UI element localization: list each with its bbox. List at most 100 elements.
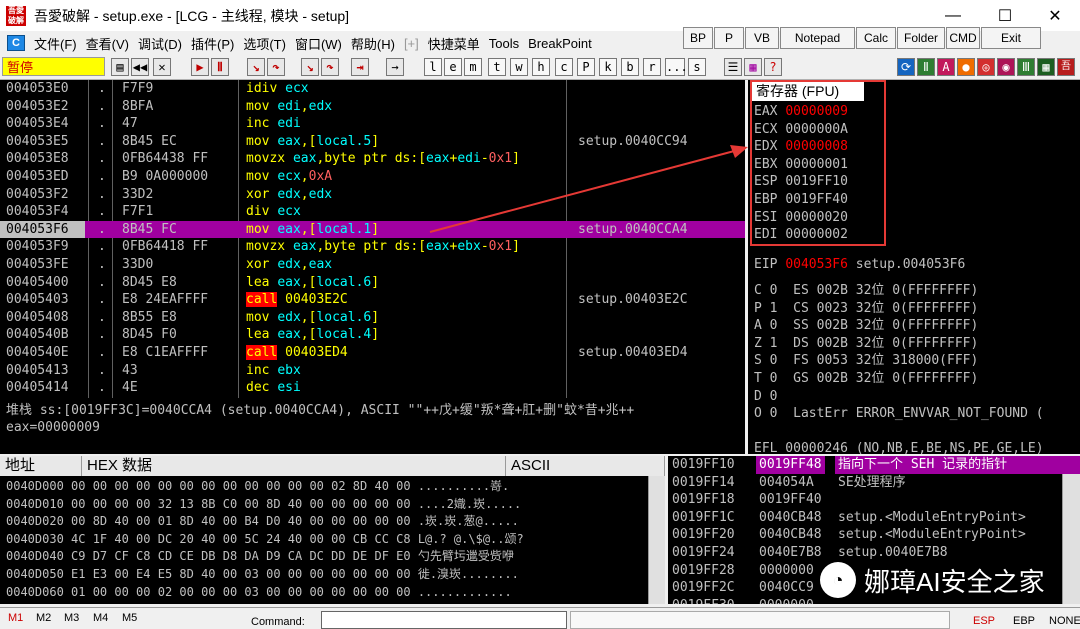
command-history-select[interactable]: [570, 611, 950, 629]
dump-row[interactable]: 0040D060 01 00 00 00 02 00 00 00 03 00 0…: [6, 584, 512, 602]
stack-scrollbar[interactable]: [1062, 474, 1080, 604]
plugin-vb-button[interactable]: VB: [745, 27, 779, 49]
m1-button[interactable]: M1: [8, 612, 23, 624]
disk-icon[interactable]: ◉: [997, 58, 1015, 76]
help-icon[interactable]: ?: [764, 58, 782, 76]
wuai-icon[interactable]: 吾: [1057, 58, 1075, 76]
toolbar-btn-r[interactable]: r: [643, 58, 661, 76]
dump-col-address[interactable]: 地址: [0, 456, 82, 476]
toolbar-btn-more[interactable]: ...: [665, 58, 685, 76]
disasm-row[interactable]: 00405408. 8B55 E8 mov edx,[local.6]: [0, 309, 745, 327]
flag-row[interactable]: T 0 GS 002B 32位 0(FFFFFFFF): [754, 370, 978, 388]
disasm-row[interactable]: 0040540E. E8 C1EAFFFF call 00403ED4 setup.0…: [0, 344, 745, 362]
m4-button[interactable]: M4: [93, 612, 108, 624]
dump-row[interactable]: 0040D020 00 8D 40 00 01 8D 40 00 B4 D0 4…: [6, 513, 519, 531]
plugin-notepad-button[interactable]: Notepad: [780, 27, 855, 49]
menu-help[interactable]: 帮助(H): [351, 34, 395, 53]
command-input[interactable]: [321, 611, 567, 629]
disasm-row[interactable]: 004053F9. 0FB64418 FF movzx eax,byte ptr d…: [0, 238, 745, 256]
restart-icon[interactable]: ◀◀: [131, 58, 149, 76]
disasm-row[interactable]: 004053E8. 0FB64438 FF movzx eax,byte ptr d…: [0, 150, 745, 168]
list-icon[interactable]: ☰: [724, 58, 742, 76]
stack-row[interactable]: 0019FF10 0019FF48 指向下一个 SEH 记录的指针: [668, 456, 1080, 474]
letter-a-icon[interactable]: A: [937, 58, 955, 76]
stack-row[interactable]: 0019FF24 0040E7B8 setup.0040E7B8: [668, 544, 1080, 562]
table-icon[interactable]: ▦: [1037, 58, 1055, 76]
trace-into-icon[interactable]: ↘: [301, 58, 319, 76]
dump-pane[interactable]: 0040D000 00 00 00 00 00 00 00 00 00 00 0…: [0, 476, 665, 604]
disasm-row[interactable]: 0040540B. 8D45 F0 lea eax,[local.4]: [0, 326, 745, 344]
flag-row[interactable]: D 0: [754, 388, 777, 406]
execute-till-return-icon[interactable]: ⇥: [351, 58, 369, 76]
flag-row[interactable]: A 0 SS 002B 32位 0(FFFFFFFF): [754, 317, 978, 335]
disasm-row[interactable]: 004053E0. F7F9 idiv ecx: [0, 80, 745, 98]
open-icon[interactable]: ▤: [111, 58, 129, 76]
m5-button[interactable]: M5: [122, 612, 137, 624]
disasm-row[interactable]: 00405403. E8 24EAFFFF call 00403E2C setup.0…: [0, 291, 745, 309]
dump-row[interactable]: 0040D010 00 00 00 00 32 13 8B C0 00 8D 4…: [6, 496, 521, 514]
disasm-row[interactable]: 004053F4. F7F1 div ecx: [0, 203, 745, 221]
bars-icon[interactable]: Ⅲ: [1017, 58, 1035, 76]
disassembly-pane[interactable]: 004053E0. F7F9 idiv ecx 004053E2. 8BFA mov ed…: [0, 80, 745, 398]
flag-row[interactable]: EFL 00000246 (NO,NB,E,BE,NS,PE,GE,LE): [754, 440, 1044, 454]
dump-col-ascii[interactable]: ASCII: [506, 456, 665, 476]
toolbar-btn-e[interactable]: e: [444, 58, 462, 76]
goto-icon[interactable]: →: [386, 58, 404, 76]
disasm-row[interactable]: 004053E4. 47 inc edi: [0, 115, 745, 133]
esp-tag[interactable]: ESP: [973, 615, 995, 627]
terminate-icon[interactable]: ✕: [153, 58, 171, 76]
step-into-icon[interactable]: ↘: [247, 58, 265, 76]
step-over-icon[interactable]: ↷: [267, 58, 285, 76]
toolbar-btn-h[interactable]: h: [532, 58, 550, 76]
plugin-folder-button[interactable]: Folder: [897, 27, 945, 49]
plugin-exit-button[interactable]: Exit: [981, 27, 1041, 49]
toolbar-btn-c[interactable]: c: [555, 58, 573, 76]
disasm-row[interactable]: 004053ED. B9 0A000000 mov ecx,0xA: [0, 168, 745, 186]
toolbar-btn-t[interactable]: t: [488, 58, 506, 76]
menu-breakpoint[interactable]: BreakPoint: [528, 36, 592, 51]
plugin-p-button[interactable]: P: [714, 27, 744, 49]
plugin-calc-button[interactable]: Calc: [856, 27, 896, 49]
pause-icon[interactable]: Ⅱ: [211, 58, 229, 76]
pause-green-icon[interactable]: Ⅱ: [917, 58, 935, 76]
menu-plus[interactable]: [+]: [404, 36, 419, 51]
plugin-bp-button[interactable]: BP: [683, 27, 713, 49]
flag-row[interactable]: O 0 LastErr ERROR_ENVVAR_NOT_FOUND (: [754, 405, 1044, 423]
dump-row[interactable]: 0040D040 C9 D7 CF C8 CD CE DB D8 DA D9 C…: [6, 548, 514, 566]
disasm-row-selected[interactable]: 004053F6. 8B45 FC mov eax,[local.1] setup.0…: [0, 221, 745, 239]
flag-row[interactable]: C 0 ES 002B 32位 0(FFFFFFFF): [754, 282, 978, 300]
menu-plugins[interactable]: 插件(P): [191, 34, 234, 53]
stack-row[interactable]: 0019FF1C 0040CB48 setup.<ModuleEntryPoint>: [668, 509, 1080, 527]
stack-row[interactable]: 0019FF18 0019FF40: [668, 491, 1080, 509]
menu-file[interactable]: 文件(F): [34, 34, 77, 53]
disasm-row[interactable]: 004053F2. 33D2 xor edx,edx: [0, 186, 745, 204]
plugin-cmd-button[interactable]: CMD: [946, 27, 980, 49]
flag-row[interactable]: Z 1 DS 002B 32位 0(FFFFFFFF): [754, 335, 978, 353]
circle-icon[interactable]: ●: [957, 58, 975, 76]
disasm-row[interactable]: 00405400. 8D45 E8 lea eax,[local.6]: [0, 274, 745, 292]
menu-tools[interactable]: Tools: [489, 36, 519, 51]
menu-view[interactable]: 查看(V): [86, 34, 129, 53]
ebp-tag[interactable]: EBP: [1013, 615, 1035, 627]
register-row-eip[interactable]: EIP 004053F6 setup.004053F6: [754, 256, 965, 274]
dump-row[interactable]: 0040D030 4C 1F 40 00 DC 20 40 00 5C 24 4…: [6, 531, 524, 549]
run-icon[interactable]: ▶: [191, 58, 209, 76]
dump-row[interactable]: 0040D000 00 00 00 00 00 00 00 00 00 00 0…: [6, 478, 509, 496]
dump-scrollbar[interactable]: [648, 476, 665, 604]
target-icon[interactable]: ◎: [977, 58, 995, 76]
grid-icon[interactable]: ▦: [744, 58, 762, 76]
menu-shortcuts[interactable]: 快捷菜单: [428, 34, 480, 53]
toolbar-btn-b[interactable]: b: [621, 58, 639, 76]
flag-row[interactable]: S 0 FS 0053 32位 318000(FFF): [754, 352, 978, 370]
stack-row[interactable]: 0019FF14 004054A SE处理程序: [668, 474, 1080, 492]
stack-row[interactable]: 0019FF20 0040CB48 setup.<ModuleEntryPoint>: [668, 526, 1080, 544]
disasm-row[interactable]: 004053E5. 8B45 EC mov eax,[local.5] setup.0…: [0, 133, 745, 151]
toolbar-btn-p[interactable]: P: [577, 58, 595, 76]
menu-window[interactable]: 窗口(W): [295, 34, 342, 53]
m2-button[interactable]: M2: [36, 612, 51, 624]
trace-over-icon[interactable]: ↷: [321, 58, 339, 76]
menu-options[interactable]: 选项(T): [243, 34, 286, 53]
disasm-row[interactable]: 00405413. 43 inc ebx: [0, 362, 745, 380]
none-tag[interactable]: NONE: [1049, 615, 1080, 627]
disasm-row[interactable]: 004053E2. 8BFA mov edi,edx: [0, 98, 745, 116]
